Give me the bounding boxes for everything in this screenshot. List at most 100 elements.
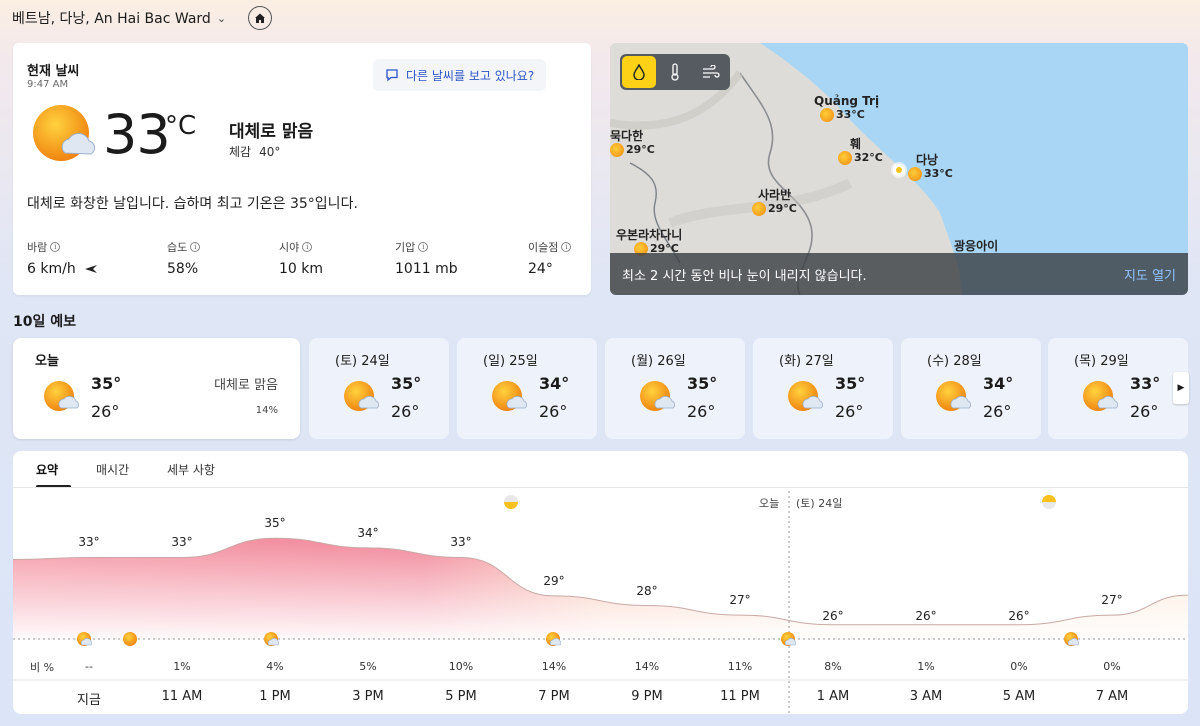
hourly-temperature-chart[interactable] <box>13 451 1188 714</box>
temperature-area <box>13 537 1188 639</box>
hourly-temp-label: 27° <box>729 593 751 608</box>
wind-layer-button[interactable] <box>694 56 728 88</box>
sun-icon <box>908 167 922 181</box>
map-banner: 최소 2 시간 동안 비나 눈이 내리지 않습니다. 지도 열기 <box>610 253 1188 295</box>
hourly-precip-label: 14% <box>541 660 567 673</box>
forecast-day-name: (목) 29일 <box>1074 354 1129 369</box>
map-city[interactable]: 우본라차다니 29°C <box>616 228 682 256</box>
stat-visibility-label: 시야 <box>279 241 300 254</box>
partly-sunny-icon <box>491 380 528 418</box>
stat-humidity[interactable]: 습도 i 58% <box>167 239 201 277</box>
stat-wind-label: 바람 <box>27 241 48 254</box>
map-city-temp: 33°C <box>924 167 953 180</box>
partly-sunny-icon <box>343 380 380 418</box>
hourly-time-label: 11 AM <box>161 689 203 704</box>
map-city-name: Quảng Trị <box>814 94 880 108</box>
temperature-unit: °C <box>165 111 197 141</box>
forecast-day[interactable]: (토) 24일 35° 26° <box>309 338 449 439</box>
hourly-temp-label: 35° <box>264 516 286 531</box>
wind-direction-icon <box>84 265 97 273</box>
map-city-name: 사라반 <box>758 188 792 202</box>
hourly-chart-card: 요약 매시간 세부 사항 오늘 (토) 24일 33° 33° 35° 34° 33° 2… <box>13 451 1188 714</box>
feels-like-value: 40° <box>259 145 281 159</box>
map-city[interactable]: 묵다한 29°C <box>610 129 655 157</box>
hourly-time-label: 3 AM <box>909 689 943 704</box>
forecast-day[interactable]: (수) 28일 34° 26° <box>901 338 1041 439</box>
forecast-day-name: (일) 25일 <box>483 354 538 369</box>
hourly-time-label: 1 AM <box>816 689 850 704</box>
forecast-day-name: (월) 26일 <box>631 354 686 369</box>
forecast-condition: 대체로 맑음 <box>214 378 278 393</box>
stat-wind[interactable]: 바람 i 6 km/h <box>27 239 98 277</box>
map-city[interactable]: 훼 32°C <box>838 137 883 165</box>
hourly-temp-label: 33° <box>171 535 193 550</box>
current-condition: 대체로 맑음 <box>229 122 314 142</box>
stat-visibility[interactable]: 시야 i 10 km <box>279 239 323 277</box>
droplet-icon <box>633 64 645 80</box>
map-city[interactable]: Quảng Trị 33°C <box>814 94 879 122</box>
forecast-low: 26° <box>835 402 864 421</box>
other-weather-label: 다른 날씨를 보고 있나요? <box>406 68 535 83</box>
current-location-marker <box>893 164 905 176</box>
location-selector[interactable]: 베트남, 다낭, An Hai Bac Ward ⌄ <box>12 8 226 28</box>
partly-sunny-icon <box>787 380 824 418</box>
rain-label: 비 % <box>30 661 55 674</box>
other-weather-button[interactable]: 다른 날씨를 보고 있나요? <box>373 59 547 91</box>
stat-humidity-label: 습도 <box>167 241 188 254</box>
hourly-temp-label: 26° <box>915 608 937 623</box>
temperature-layer-button[interactable] <box>658 56 692 88</box>
chevron-down-icon: ⌄ <box>216 11 227 25</box>
info-icon: i <box>302 242 313 252</box>
stat-visibility-value: 10 km <box>279 261 324 277</box>
precipitation-layer-button[interactable] <box>622 56 656 88</box>
forecast-day[interactable]: (목) 29일 33° 26° <box>1048 338 1188 439</box>
forecast-high: 34° <box>539 374 570 393</box>
map-city-temp: 32°C <box>854 151 883 164</box>
info-icon: i <box>190 242 201 252</box>
hourly-temp-label: 28° <box>636 583 658 598</box>
info-icon: i <box>418 242 429 252</box>
stat-dew-point[interactable]: 이슬점 i 24° <box>528 239 572 277</box>
info-icon: i <box>50 242 61 252</box>
sun-icon <box>610 143 624 157</box>
partly-sunny-icon <box>1063 631 1080 651</box>
map-city-temp: 33°C <box>836 108 865 121</box>
forecast-next-button[interactable]: ▶ <box>1173 372 1189 404</box>
forecast-day-name: (화) 27일 <box>779 354 834 369</box>
forecast-title: 10일 예보 <box>13 314 76 330</box>
forecast-day-name: (토) 24일 <box>335 354 390 369</box>
forecast-low: 26° <box>687 402 716 421</box>
hourly-time-label: 7 AM <box>1095 689 1129 704</box>
forecast-high: 34° <box>983 374 1014 393</box>
location-label: 베트남, 다낭, An Hai Bac Ward <box>12 11 211 27</box>
partly-sunny-icon <box>76 631 93 651</box>
forecast-low: 26° <box>983 402 1012 421</box>
forecast-day-today[interactable]: 오늘 35° 26° 대체로 맑음 14% <box>13 338 300 439</box>
map-city[interactable]: 사라반 29°C <box>752 188 797 216</box>
partly-sunny-icon <box>935 380 972 418</box>
partly-cloudy-icon <box>780 631 797 651</box>
sunrise-icon <box>504 495 518 509</box>
hourly-time-label: 9 PM <box>631 689 663 704</box>
forecast-day[interactable]: (월) 26일 35° 26° <box>605 338 745 439</box>
home-button[interactable] <box>248 6 272 30</box>
hourly-time-label: 5 PM <box>445 689 477 704</box>
map-city[interactable]: 다낭 33°C <box>908 153 953 181</box>
forecast-high: 35° <box>687 374 718 393</box>
map-city-temp: 29°C <box>768 202 797 215</box>
hourly-time-label: 지금 <box>77 693 101 708</box>
feels-like: 체감 40° <box>229 143 280 160</box>
open-map-link[interactable]: 지도 열기 <box>1124 265 1176 284</box>
stat-dew-point-value: 24° <box>528 261 553 277</box>
forecast-day[interactable]: (화) 27일 35° 26° <box>753 338 893 439</box>
forecast-day-name: (수) 28일 <box>927 354 982 369</box>
map-city-name: 다낭 <box>916 153 939 167</box>
sun-icon <box>820 108 834 122</box>
stat-pressure[interactable]: 기압 i 1011 mb <box>395 239 458 277</box>
weather-map[interactable]: Quảng Trị 33°C 묵다한 29°C 훼 32°C 다낭 33°C 사… <box>610 43 1188 295</box>
map-city[interactable]: 광응아이 <box>954 239 998 253</box>
forecast-day[interactable]: (일) 25일 34° 26° <box>457 338 597 439</box>
hourly-precip-label: 4% <box>266 660 284 673</box>
hourly-precip-label: 0% <box>1010 660 1028 673</box>
map-city-name: 묵다한 <box>610 129 644 143</box>
